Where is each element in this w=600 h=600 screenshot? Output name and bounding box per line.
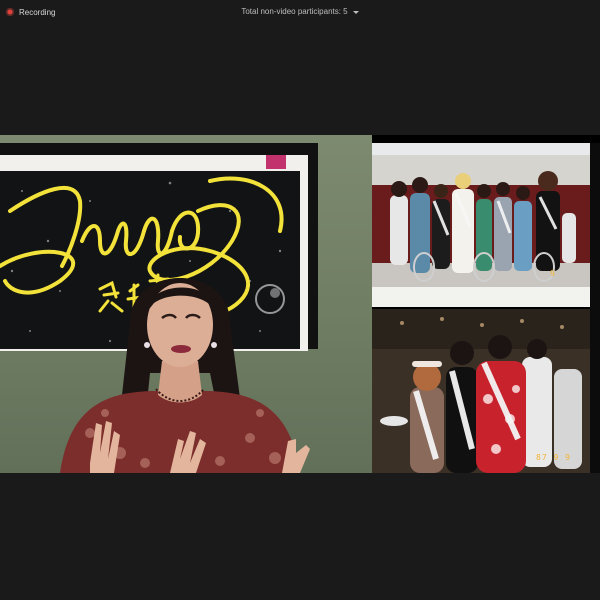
photo-party-art	[372, 309, 590, 473]
participants-label: Total non-video participants: 5	[241, 7, 348, 16]
chevron-down-icon	[352, 10, 359, 14]
presenter-figure	[60, 278, 310, 473]
photo-date-stamp-2: 87 9 9	[536, 453, 571, 462]
participants-bar: Total non-video participants: 5	[0, 5, 600, 19]
video-tile[interactable]: 9 87 9 9	[0, 135, 600, 473]
meeting-window: Recording Total non-video participants: …	[0, 0, 600, 600]
photo-date-stamp: 9	[550, 269, 556, 278]
photo-group-art	[372, 143, 590, 307]
sign-accent	[266, 155, 286, 169]
video-edge	[590, 143, 600, 473]
photo-pageant-group: 9	[372, 143, 590, 307]
photo-pageant-party: 87 9 9	[372, 309, 590, 473]
participants-dropdown[interactable]: Total non-video participants: 5	[241, 5, 359, 19]
presenter	[50, 263, 310, 473]
